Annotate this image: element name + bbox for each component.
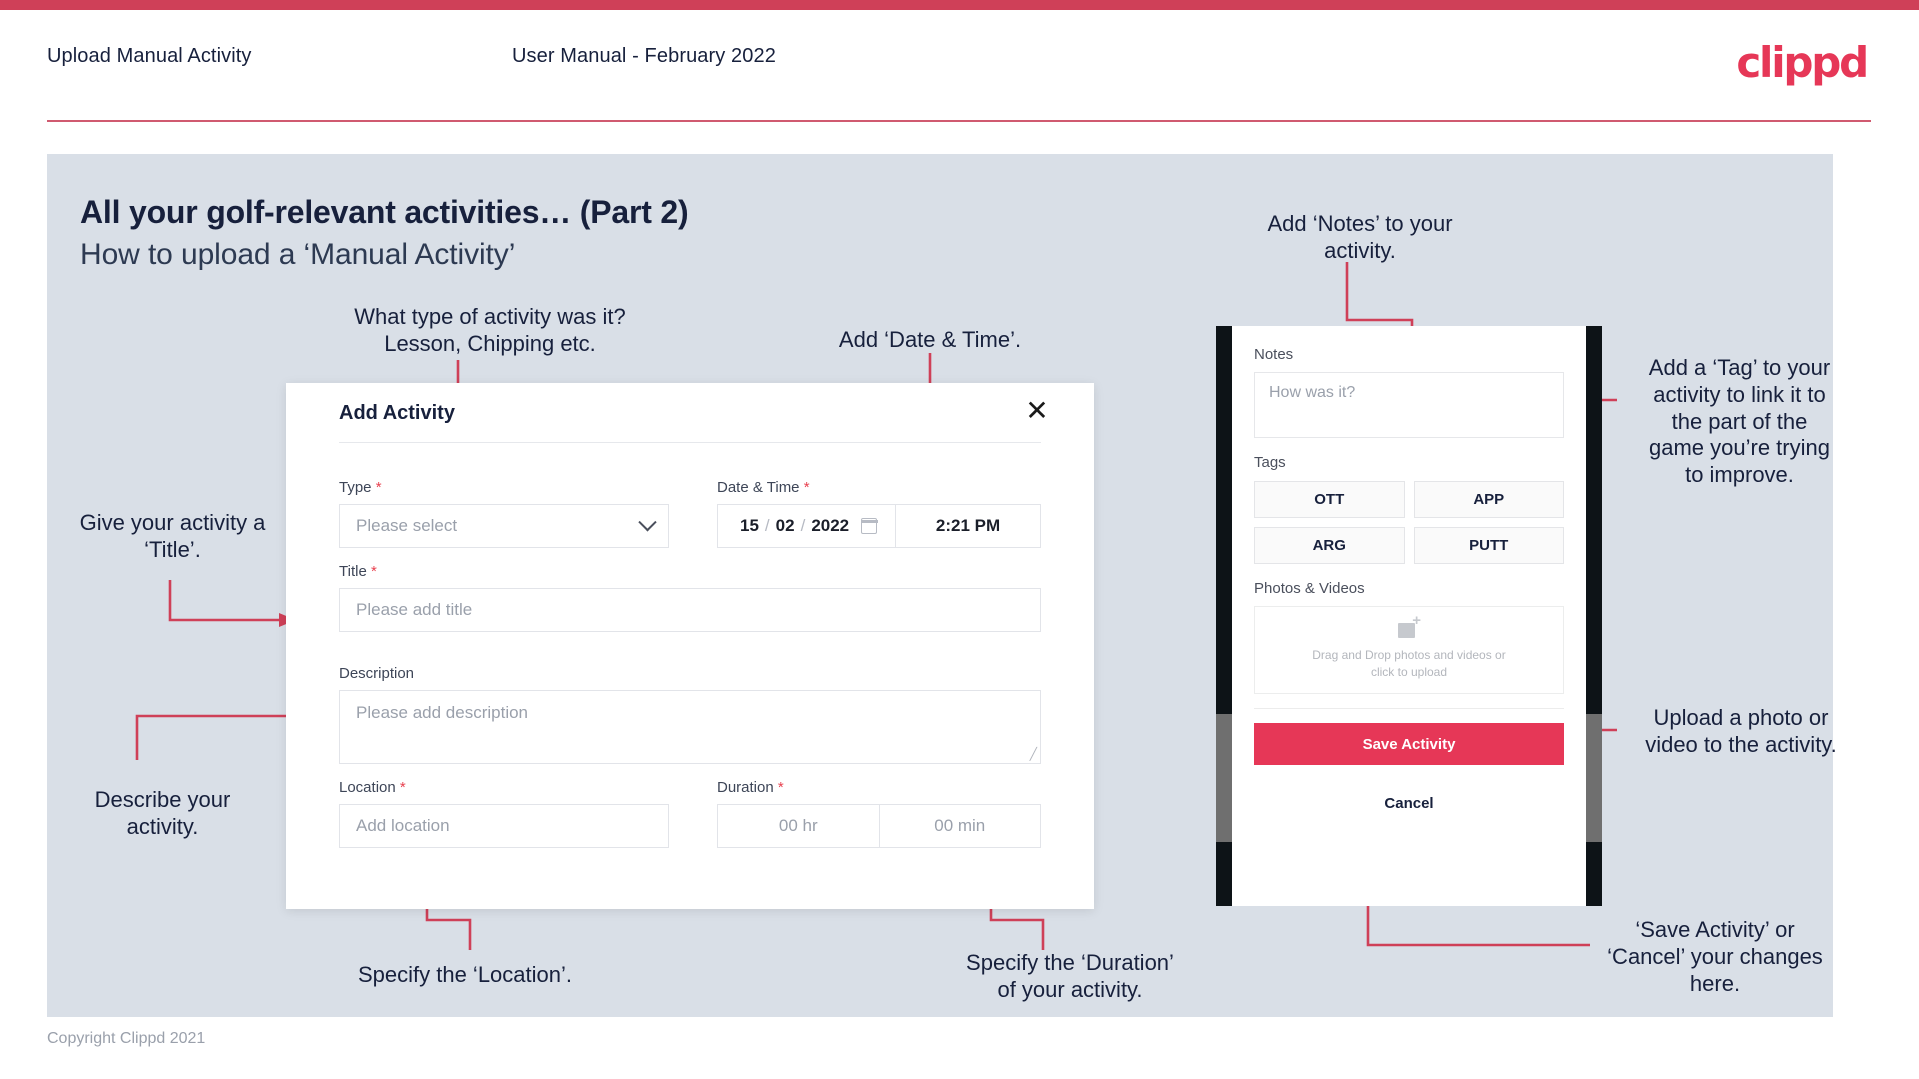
annotation-type: What type of activity was it? Lesson, Chi… (354, 304, 626, 356)
location-input-placeholder: Add location (356, 816, 450, 835)
title-input[interactable]: Please add title (339, 588, 1041, 632)
notes-placeholder: How was it? (1269, 384, 1356, 401)
datetime-group: 15 / 02 / 2022 2:21 PM (717, 504, 1041, 548)
date-sep-2: / (800, 516, 806, 535)
phone-bezel-right-highlight (1586, 714, 1602, 842)
date-year: 2022 (811, 516, 850, 535)
tags-grid: OTT APP ARG PUTT (1254, 481, 1564, 564)
field-type-label-text: Type (339, 479, 372, 496)
duration-hours-input[interactable]: 00 hr (718, 805, 880, 847)
location-input[interactable]: Add location (339, 804, 669, 848)
tags-label: Tags (1254, 454, 1286, 471)
tag-button-ott[interactable]: OTT (1254, 481, 1405, 518)
title-input-placeholder: Please add title (356, 600, 473, 619)
copyright-text: Copyright Clippd 2021 (47, 1030, 206, 1047)
type-select-placeholder: Please select (356, 516, 458, 535)
modal-header: Add Activity ✕ (286, 383, 1094, 441)
calendar-icon[interactable] (860, 518, 878, 534)
field-title: Title * Please add title (339, 563, 1041, 632)
add-image-icon (1398, 613, 1421, 639)
phone-screen: Notes How was it? Tags OTT APP ARG PUTT … (1232, 326, 1586, 906)
annotation-notes: Add ‘Notes’ to your activity. (1267, 211, 1453, 263)
slide-subtitle: How to upload a ‘Manual Activity’ (80, 238, 516, 271)
duration-minutes-input[interactable]: 00 min (880, 805, 1041, 847)
modal-divider (339, 442, 1041, 443)
header-subtitle: User Manual - February 2022 (512, 45, 776, 67)
field-title-label: Title * (339, 563, 1041, 580)
field-title-label-text: Title (339, 563, 367, 580)
annotation-datetime: Add ‘Date & Time’. (838, 327, 1022, 352)
cancel-button[interactable]: Cancel (1254, 795, 1564, 812)
date-input[interactable]: 15 / 02 / 2022 (718, 505, 896, 547)
field-description-label-text: Description (339, 665, 415, 682)
chevron-down-icon (638, 512, 657, 531)
tag-button-putt[interactable]: PUTT (1413, 527, 1564, 564)
duration-group: 00 hr 00 min (717, 804, 1041, 848)
annotation-photos: Upload a photo or video to the activity. (1645, 705, 1837, 757)
phone-bezel-left-highlight (1216, 714, 1232, 842)
tag-button-arg[interactable]: ARG (1254, 527, 1405, 564)
phone-bezel-left (1216, 326, 1232, 906)
dropzone-line-1: Drag and Drop photos and videos or (1312, 648, 1506, 663)
description-textarea[interactable]: Please add description ╱ (339, 690, 1041, 764)
header-divider (47, 120, 1871, 122)
required-marker: * (370, 563, 377, 580)
photos-label: Photos & Videos (1254, 580, 1365, 597)
time-input[interactable]: 2:21 PM (896, 505, 1040, 547)
phone-bezel-right (1586, 326, 1602, 906)
description-placeholder: Please add description (356, 703, 529, 722)
annotation-save: ‘Save Activity’ or ‘Cancel’ your changes h… (1607, 917, 1823, 996)
required-marker: * (777, 779, 784, 796)
date-day: 15 (740, 516, 759, 535)
date-sep-1: / (764, 516, 770, 535)
field-location-label-text: Location (339, 779, 396, 796)
notes-textarea[interactable]: How was it? (1254, 372, 1564, 438)
field-type: Type * Please select (339, 479, 669, 548)
field-location: Location * Add location (339, 779, 669, 848)
slide-title: All your golf-relevant activities… (Part… (80, 194, 689, 230)
phone-mockup: Notes How was it? Tags OTT APP ARG PUTT … (1216, 326, 1602, 906)
annotation-duration: Specify the ‘Duration’ of your activity. (966, 950, 1174, 1002)
field-duration-label-text: Duration (717, 779, 774, 796)
date-month: 02 (775, 516, 795, 535)
field-location-label: Location * (339, 779, 669, 796)
required-marker: * (375, 479, 382, 496)
photo-dropzone[interactable]: Drag and Drop photos and videos or click… (1254, 606, 1564, 694)
notes-label: Notes (1254, 346, 1294, 363)
phone-divider (1254, 708, 1564, 709)
field-description: Description Please add description ╱ (339, 665, 1041, 764)
field-description-label: Description (339, 665, 1041, 682)
clippd-logo: clippd (1736, 38, 1869, 87)
annotation-tags: Add a ‘Tag’ to your activity to link it t… (1648, 355, 1831, 488)
slide-root: Upload Manual Activity User Manual - Feb… (0, 0, 1919, 1079)
annotation-description: Describe your activity. (94, 787, 231, 839)
page-title: Upload Manual Activity (47, 45, 252, 67)
type-select[interactable]: Please select (339, 504, 669, 548)
add-activity-modal: Add Activity ✕ Type * Please select Date… (286, 383, 1094, 909)
save-activity-button[interactable]: Save Activity (1254, 723, 1564, 765)
tag-button-app[interactable]: APP (1413, 481, 1564, 518)
resize-handle-icon[interactable]: ╱ (1030, 747, 1037, 761)
field-type-label: Type * (339, 479, 669, 496)
annotation-location: Specify the ‘Location’. (357, 962, 573, 987)
dropzone-text: Drag and Drop photos and videos or click… (1312, 647, 1505, 679)
field-duration: Duration * 00 hr 00 min (717, 779, 1041, 848)
close-icon[interactable]: ✕ (1022, 396, 1052, 426)
field-datetime-label: Date & Time * (717, 479, 1041, 496)
annotation-title: Give your activity a ‘Title’. (79, 510, 266, 562)
field-datetime: Date & Time * 15 / 02 / 2022 2:21 PM (717, 479, 1041, 548)
required-marker: * (399, 779, 406, 796)
required-marker: * (803, 479, 810, 496)
top-accent-bar (0, 0, 1919, 10)
field-datetime-label-text: Date & Time (717, 479, 800, 496)
dropzone-line-2: click to upload (1370, 664, 1448, 679)
modal-title: Add Activity (339, 402, 455, 424)
field-duration-label: Duration * (717, 779, 1041, 796)
